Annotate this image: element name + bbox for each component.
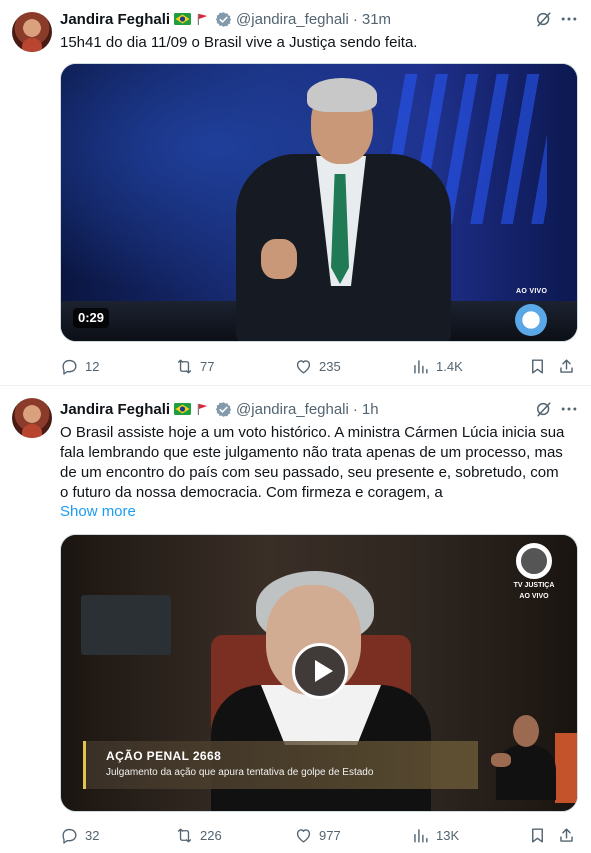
red-flag-icon [197,403,208,415]
like-count: 977 [319,827,341,843]
anchor-hair [307,78,377,112]
video-player[interactable]: TV JUSTIÇA AO VIVO AÇÃO PENAL 2668 Julga… [60,534,578,812]
tv-justica-logo-icon [516,543,552,579]
reply-count: 12 [85,358,100,374]
interpreter-head [513,715,539,747]
more-icon[interactable] [559,399,579,419]
tweet-time[interactable]: 1h [362,401,379,418]
like-button[interactable]: 235 [294,356,341,376]
grok-icon[interactable] [534,399,554,419]
bookmark-button[interactable] [528,825,547,845]
tweet-header: Jandira Feghali @jandira_feghali · 1h [60,399,379,419]
like-icon [296,828,311,843]
reply-count: 32 [85,827,100,843]
tweet-text: O Brasil assiste hoje a um voto históric… [60,423,580,503]
share-button[interactable] [557,356,576,376]
author-name[interactable]: Jandira Feghali [60,11,170,28]
reply-button[interactable]: 12 [60,356,99,376]
views-icon [414,828,428,843]
tweet-1[interactable]: Jandira Feghali @jandira_feghali · 31m 1… [0,0,591,386]
like-icon [296,359,311,374]
tweet-time[interactable]: 31m [362,11,391,28]
author-handle[interactable]: @jandira_feghali [236,401,349,418]
lower-third-subtitle: Julgamento da ação que apura tentativa d… [106,767,374,778]
anchor-hand [261,239,297,279]
reply-button[interactable]: 32 [60,825,99,845]
avatar[interactable] [12,12,52,52]
tweet-header: Jandira Feghali @jandira_feghali · 31m [60,9,391,29]
views-icon [414,359,428,374]
grok-icon[interactable] [534,9,554,29]
bookmark-icon [532,827,543,843]
tweet-text-line: fala lembrando que este julgamento não t… [60,444,563,461]
views-button[interactable]: 1.4K [411,356,463,376]
tweet-text-line: de um encontro do país com seu passado, … [60,464,559,481]
repost-button[interactable]: 226 [175,825,222,845]
video-duration: 0:29 [73,308,110,328]
tv-justica-logo: TV JUSTIÇA AO VIVO [509,543,559,601]
repost-icon [177,358,192,374]
brazil-flag-icon [174,13,192,25]
author-name[interactable]: Jandira Feghali [60,401,170,418]
tweet-actions: 12 77 235 1.4K [60,356,578,376]
like-button[interactable]: 977 [294,825,341,845]
red-flag-icon [197,13,208,25]
views-count: 13K [436,827,460,843]
tweet-text: 15h41 do dia 11/09 o Brasil vive a Justi… [60,34,418,51]
tweet-text-line: o futuro da nossa democracia. Com firmez… [60,484,443,501]
repost-count: 226 [200,827,222,843]
share-icon [560,358,573,373]
repost-icon [177,827,192,843]
tweet-text-line: O Brasil assiste hoje a um voto históric… [60,424,565,441]
brazil-flag-icon [174,403,192,415]
repost-count: 77 [200,358,215,374]
monitor-screen [81,595,171,655]
sign-language-interpreter [491,715,561,800]
views-count: 1.4K [436,358,463,374]
interpreter-hand [491,753,511,767]
share-icon [560,827,573,842]
bookmark-icon [532,358,543,374]
bookmark-button[interactable] [528,356,547,376]
live-label: AO VIVO [516,288,548,295]
channel-name: TV JUSTIÇA [513,582,555,589]
play-button[interactable] [292,643,348,699]
show-more-link[interactable]: Show more [60,502,136,522]
avatar[interactable] [12,398,52,438]
video-player[interactable]: AO VIVO 0:29 [60,63,578,342]
reply-icon [62,828,77,844]
globo-logo-icon [515,304,547,336]
views-button[interactable]: 13K [411,825,459,845]
separator-dot: · [352,400,358,418]
tweet-2[interactable]: Jandira Feghali @jandira_feghali · 1h O … [0,386,591,853]
separator-dot: · [352,10,358,28]
repost-button[interactable]: 77 [175,356,214,376]
author-handle[interactable]: @jandira_feghali [236,11,349,28]
lower-third: AÇÃO PENAL 2668 Julgamento da ação que a… [83,741,478,789]
verified-badge-icon[interactable] [215,11,232,28]
share-button[interactable] [557,825,576,845]
more-icon[interactable] [559,9,579,29]
channel-live: AO VIVO [519,593,549,600]
reply-icon [62,359,77,375]
tweet-actions: 32 226 977 13K [60,825,578,845]
like-count: 235 [319,358,341,374]
verified-badge-icon[interactable] [215,401,232,418]
lower-third-title: AÇÃO PENAL 2668 [106,749,222,763]
